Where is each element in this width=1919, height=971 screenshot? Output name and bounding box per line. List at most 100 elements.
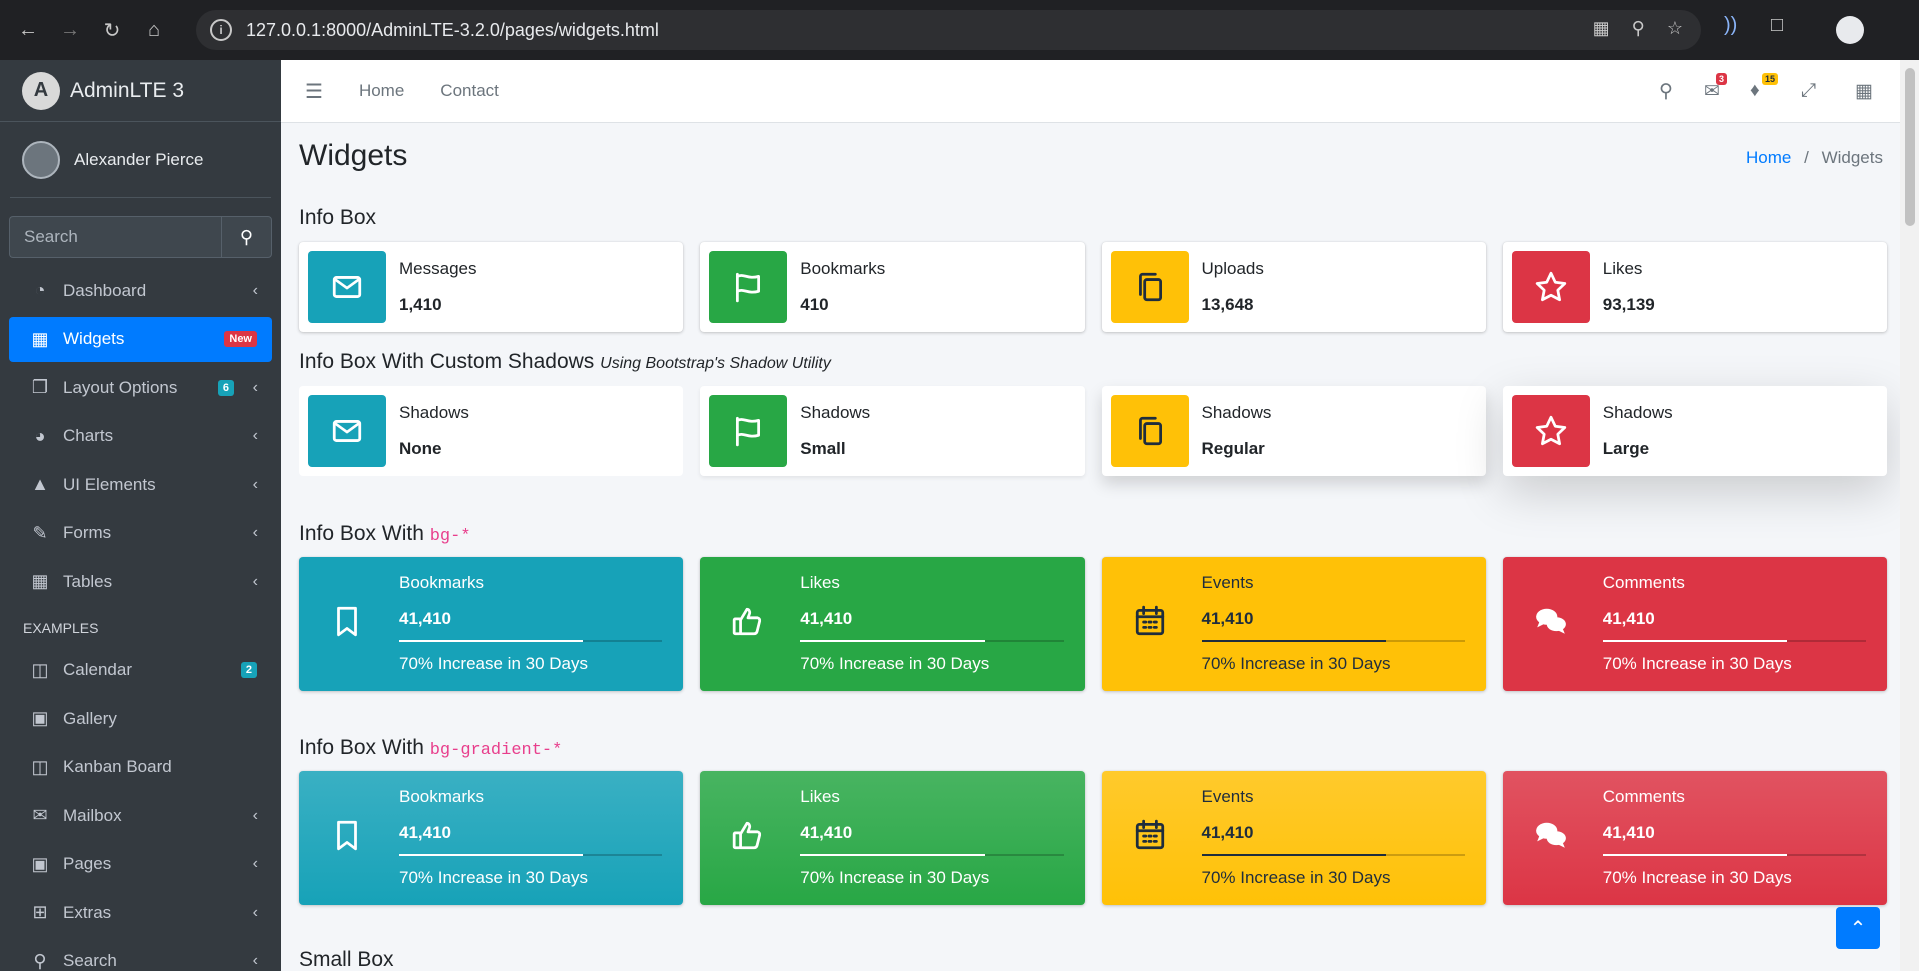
edit-icon: ✎ [32, 522, 48, 543]
progress-bar [1602, 640, 1866, 642]
messages-icon[interactable]: ✉ 3 [1704, 73, 1728, 103]
scrollbar-thumb[interactable] [1905, 68, 1915, 226]
thumbs-up-icon [720, 593, 776, 649]
sidebar-item-extras[interactable]: ⊞ Extras ‹ [9, 890, 272, 935]
sidebar-item-gallery[interactable]: ▣ Gallery [9, 696, 272, 741]
progress-bar [1602, 854, 1866, 856]
chevron-left-icon: ‹ [252, 903, 258, 921]
sidebar-item-label: Mailbox [63, 805, 122, 825]
table-icon: ▦ [31, 571, 49, 591]
search-icon[interactable]: ⚲ [1659, 80, 1673, 103]
sidebar-badge: New [224, 331, 257, 347]
sidebar-item-search[interactable]: ⚲ Search ‹ [9, 939, 272, 971]
info-box: Messages 1,410 [299, 242, 684, 332]
nav-link-home[interactable]: Home [359, 81, 404, 101]
sidebar-search: Search ⚲ [9, 216, 272, 258]
progress-description: 70% Increase in 30 Days [1602, 654, 1792, 673]
sidebar-item-label: Kanban Board [63, 757, 172, 776]
search-icon: ⚲ [33, 950, 47, 971]
sidebar-item-pages[interactable]: ▣ Pages ‹ [9, 842, 272, 887]
section-gradient: Info Box With bg-gradient-* [299, 736, 563, 760]
reload-icon[interactable]: ↻ [98, 16, 126, 44]
sidebar-search-input[interactable]: Search [9, 216, 221, 258]
sidebar-item-mailbox[interactable]: ✉ Mailbox ‹ [9, 793, 272, 838]
info-box-number: 93,139 [1602, 295, 1655, 314]
address-bar[interactable]: i 127.0.0.1:8000/AdminLTE-3.2.0/pages/wi… [196, 10, 1701, 50]
info-box-text: Likes [1602, 259, 1643, 278]
fullscreen-icon[interactable]: ⤢ [1801, 80, 1816, 102]
star-icon [1511, 251, 1590, 323]
sidebar-item-forms[interactable]: ✎ Forms ‹ [9, 511, 272, 556]
chevron-left-icon: ‹ [252, 281, 258, 299]
bookmark-star-icon[interactable]: ☆ [1667, 18, 1683, 39]
chevron-left-icon: ‹ [252, 952, 258, 969]
home-icon[interactable]: ⌂ [140, 16, 168, 44]
info-box-colored: Likes 41,410 70% Increase in 30 Days [700, 557, 1085, 691]
control-sidebar-icon[interactable]: ▦ [1855, 80, 1873, 103]
progress-description: 70% Increase in 30 Days [800, 654, 990, 673]
sidebar-item-tables[interactable]: ▦ Tables ‹ [9, 559, 272, 604]
user-name[interactable]: Alexander Pierce [74, 150, 203, 170]
progress-fill [800, 854, 985, 856]
bookmark-icon [319, 593, 375, 649]
bell-icon[interactable]: ♦ 15 [1750, 73, 1779, 102]
page-scrollbar[interactable] [1900, 60, 1919, 971]
notifications-badge: 15 [1762, 73, 1779, 85]
info-box-number: Regular [1201, 439, 1265, 458]
site-info-icon[interactable]: i [210, 19, 232, 41]
zoom-icon[interactable]: ⚲ [1632, 18, 1645, 39]
sidebar-item-calendar[interactable]: ◫ Calendar 2 [9, 648, 272, 693]
back-to-top-button[interactable]: ⌃ [1836, 907, 1880, 949]
progress-description: 70% Increase in 30 Days [1201, 868, 1391, 887]
info-box-number: 41,410 [800, 609, 853, 628]
progress-bar [399, 640, 663, 642]
sidebar: A AdminLTE 3 Alexander Pierce Search ⚲ ◔… [0, 60, 281, 971]
content-wrapper: Widgets Home / Widgets Info Box Messages… [281, 123, 1900, 971]
info-box-number: 410 [800, 295, 829, 314]
progress-fill [1201, 854, 1386, 856]
back-icon[interactable]: ← [14, 16, 42, 44]
sidebar-item-ui-elements[interactable]: ▲ UI Elements ‹ [9, 462, 272, 507]
sidebar-item-layout-options[interactable]: ❐ Layout Options 6 ‹ [9, 365, 272, 410]
hamburger-menu-icon[interactable]: ☰ [305, 79, 323, 104]
sidebar-item-widgets[interactable]: ▦ Widgets New [9, 316, 272, 362]
sidebar-item-label: Calendar [63, 660, 132, 679]
url-text[interactable]: 127.0.0.1:8000/AdminLTE-3.2.0/pages/widg… [246, 20, 659, 41]
sidebar-item-kanban-board[interactable]: ◫ Kanban Board [9, 745, 272, 790]
info-box-number: 41,410 [399, 823, 451, 842]
info-box-number: Large [1602, 439, 1650, 458]
breadcrumb: Home / Widgets [1746, 148, 1883, 167]
user-panel[interactable]: Alexander Pierce [10, 122, 271, 198]
info-box: Likes 93,139 [1502, 242, 1887, 332]
info-box-text: Messages [399, 259, 477, 278]
breadcrumb-home[interactable]: Home [1746, 148, 1791, 167]
info-box-colored: Events 41,410 70% Increase in 30 Days [1101, 771, 1486, 905]
cast-icon[interactable]: )) [1724, 14, 1737, 37]
sidebar-item-dashboard[interactable]: ◔ Dashboard ‹ [9, 268, 272, 313]
profile-avatar[interactable] [1836, 16, 1864, 44]
brand-name: AdminLTE 3 [70, 78, 184, 102]
section-shadows: Info Box With Custom Shadows Using Boots… [299, 350, 831, 373]
brand-link[interactable]: A AdminLTE 3 [0, 60, 281, 122]
translate-icon[interactable]: ▦ [1593, 18, 1610, 39]
info-box-text: Bookmarks [399, 573, 485, 592]
info-box-number: 1,410 [399, 295, 442, 314]
info-box: Shadows Regular [1101, 386, 1486, 476]
forward-icon[interactable]: → [56, 16, 84, 44]
info-box: Uploads 13,648 [1101, 242, 1486, 332]
sidebar-item-label: Dashboard [63, 280, 147, 300]
widgets-icon: ▦ [31, 328, 49, 349]
sidebar-item-charts[interactable]: ◕ Charts ‹ [9, 414, 272, 459]
bookmark-icon [319, 807, 375, 863]
search-icon[interactable]: ⚲ [221, 216, 272, 258]
nav-link-contact[interactable]: Contact [440, 81, 499, 101]
dashboard-icon: ◔ [34, 280, 46, 300]
sidebar-badge: 6 [217, 379, 234, 396]
info-box-colored: Bookmarks 41,410 70% Increase in 30 Days [299, 557, 684, 691]
extensions-icon[interactable]: □ [1771, 14, 1783, 37]
star-icon [1511, 395, 1590, 467]
progress-bar [800, 640, 1064, 642]
info-box-text: Shadows [800, 403, 871, 422]
image-icon: ▣ [31, 708, 49, 728]
info-box: Shadows None [299, 386, 684, 476]
